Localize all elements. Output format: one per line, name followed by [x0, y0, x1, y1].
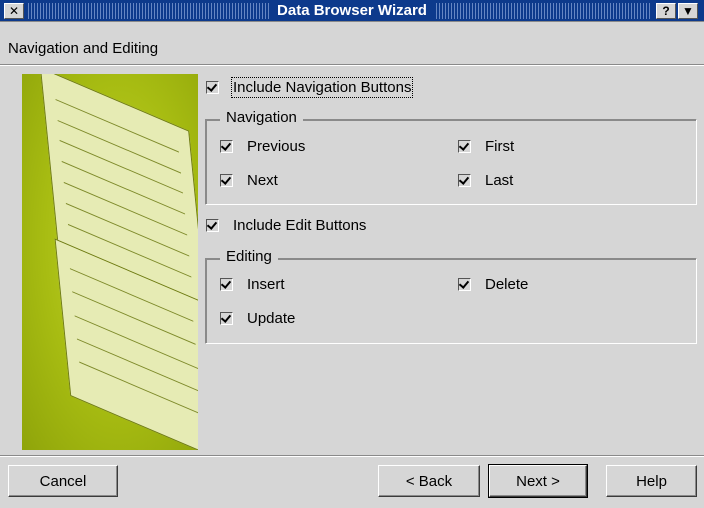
back-button[interactable]: < Back — [378, 465, 480, 497]
editing-delete-checkbox[interactable]: Delete — [458, 276, 528, 293]
checkbox-checked-icon — [458, 140, 471, 153]
help-button-label: Help — [636, 472, 667, 490]
editing-update-checkbox[interactable]: Update — [220, 310, 295, 327]
window-menu-button[interactable]: ▼ — [678, 3, 698, 19]
header-divider — [0, 64, 704, 66]
include-navigation-checkbox[interactable]: Include Navigation Buttons — [206, 77, 414, 98]
editing-group — [205, 258, 697, 344]
navigation-group — [205, 119, 697, 205]
close-window-button[interactable]: ✕ — [4, 3, 24, 19]
cancel-button-label: Cancel — [39, 472, 87, 490]
close-icon: ✕ — [8, 4, 20, 18]
footer-divider — [0, 455, 704, 457]
editing-insert-checkbox[interactable]: Insert — [220, 276, 285, 293]
navigation-next-label: Next — [247, 172, 278, 189]
title-bar-texture — [28, 3, 650, 19]
navigation-last-label: Last — [485, 172, 514, 189]
back-button-label: < Back — [405, 472, 453, 490]
help-button[interactable]: Help — [606, 465, 697, 497]
checkbox-checked-icon — [206, 219, 219, 232]
editing-insert-label: Insert — [247, 276, 285, 293]
cancel-button[interactable]: Cancel — [8, 465, 118, 497]
wizard-illustration — [22, 74, 198, 450]
triangle-down-icon: ▼ — [682, 4, 694, 18]
title-bar[interactable]: ✕ Data Browser Wizard ? ▼ — [0, 0, 704, 22]
checkbox-checked-icon — [458, 278, 471, 291]
navigation-next-checkbox[interactable]: Next — [220, 172, 278, 189]
checkbox-checked-icon — [220, 312, 233, 325]
include-edit-label: Include Edit Buttons — [233, 217, 367, 234]
include-navigation-label: Include Navigation Buttons — [230, 77, 414, 98]
next-button[interactable]: Next > — [488, 464, 588, 498]
checkbox-checked-icon — [220, 140, 233, 153]
checkbox-checked-icon — [458, 174, 471, 187]
navigation-group-title: Navigation — [220, 109, 303, 126]
question-mark-icon: ? — [662, 4, 670, 18]
editing-delete-label: Delete — [485, 276, 529, 293]
editing-group-title: Editing — [220, 248, 278, 265]
navigation-first-label: First — [485, 138, 515, 155]
next-button-label: Next > — [516, 472, 560, 490]
checkbox-checked-icon — [220, 174, 233, 187]
navigation-previous-checkbox[interactable]: Previous — [220, 138, 305, 155]
include-edit-checkbox[interactable]: Include Edit Buttons — [206, 217, 366, 234]
navigation-first-checkbox[interactable]: First — [458, 138, 514, 155]
page-title: Navigation and Editing — [8, 40, 159, 57]
editing-update-label: Update — [247, 310, 296, 327]
checkbox-checked-icon — [220, 278, 233, 291]
help-window-button[interactable]: ? — [656, 3, 676, 19]
navigation-previous-label: Previous — [247, 138, 306, 155]
navigation-last-checkbox[interactable]: Last — [458, 172, 513, 189]
checkbox-checked-icon — [206, 81, 219, 94]
